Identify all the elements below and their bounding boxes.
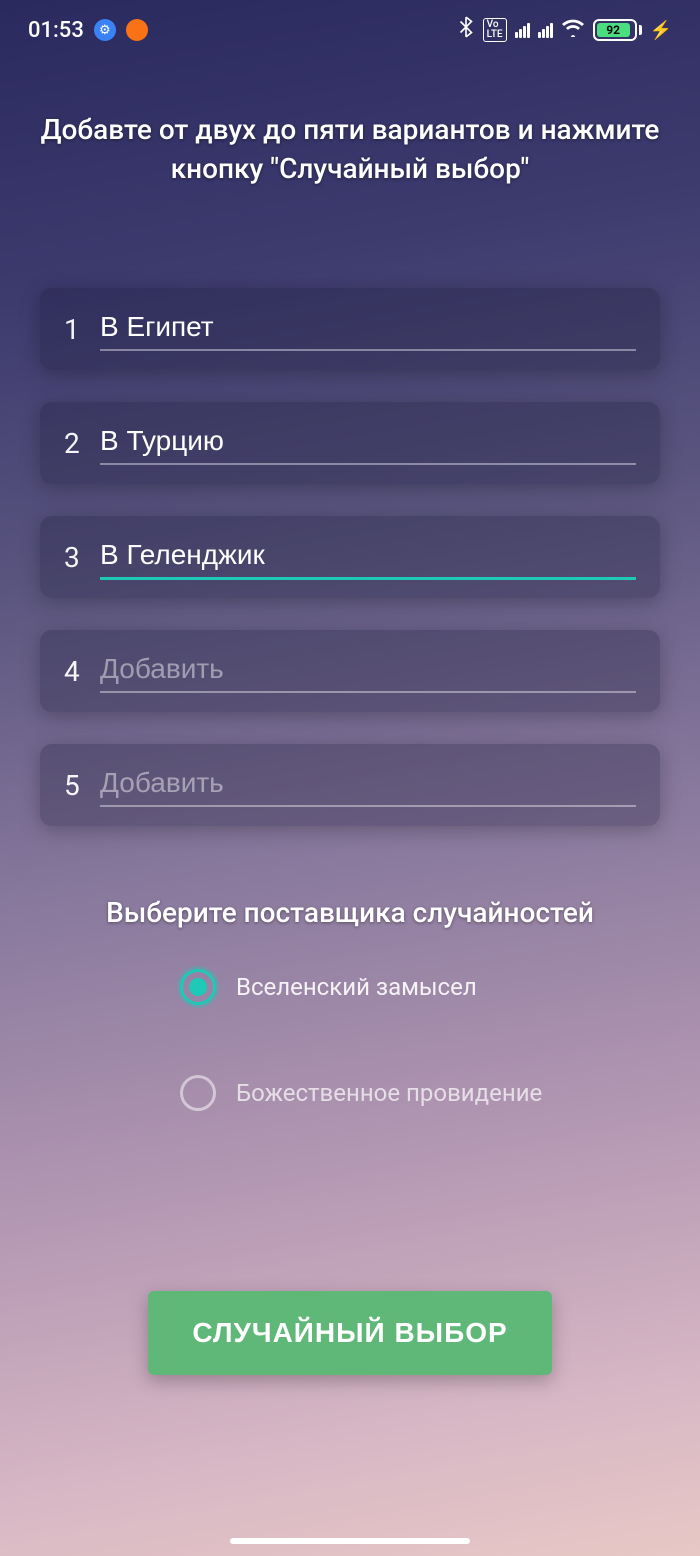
radio-icon [180,1075,216,1111]
option-input-wrap [100,307,636,351]
option-input-2[interactable] [100,421,636,465]
option-input-wrap [100,763,636,807]
options-list: 1 2 3 4 5 [40,288,660,826]
provider-radio-group: Вселенский замысел Божественное провиден… [40,969,660,1111]
status-left: 01:53 ⚙ [28,18,148,43]
option-input-3[interactable] [100,535,636,580]
option-input-1[interactable] [100,307,636,351]
status-bar: 01:53 ⚙ VoLTE 92 ⚡ [0,0,700,60]
provider-option-2[interactable]: Божественное провидение [180,1075,660,1111]
radio-icon [180,969,216,1005]
battery-percent: 92 [597,23,630,37]
option-number: 5 [64,769,100,802]
bluetooth-icon [457,16,475,44]
option-row-5: 5 [40,744,660,826]
charging-icon: ⚡ [650,20,672,41]
main-content: Добавте от двух до пяти вариантов и нажм… [0,60,700,1556]
provider-label: Божественное провидение [236,1079,542,1107]
option-number: 3 [64,541,100,574]
signal-icon-2 [538,23,553,38]
battery-icon: 92 [593,19,642,41]
option-input-5[interactable] [100,763,636,807]
home-indicator[interactable] [230,1538,470,1544]
option-input-wrap [100,535,636,580]
wifi-icon [561,17,585,43]
provider-label: Вселенский замысел [236,973,477,1001]
provider-option-1[interactable]: Вселенский замысел [180,969,660,1005]
option-row-4: 4 [40,630,660,712]
app-status-icon [126,19,148,41]
volte-icon: VoLTE [483,18,507,42]
option-row-2: 2 [40,402,660,484]
status-time: 01:53 [28,18,84,43]
option-number: 1 [64,313,100,346]
instruction-text: Добавте от двух до пяти вариантов и нажм… [40,110,660,188]
provider-title: Выберите поставщика случайностей [40,896,660,929]
settings-status-icon: ⚙ [94,19,116,41]
option-input-4[interactable] [100,649,636,693]
option-number: 2 [64,427,100,460]
status-right: VoLTE 92 ⚡ [457,16,672,44]
option-row-1: 1 [40,288,660,370]
option-number: 4 [64,655,100,688]
option-input-wrap [100,421,636,465]
random-choice-button[interactable]: СЛУЧАЙНЫЙ ВЫБОР [148,1291,551,1375]
option-input-wrap [100,649,636,693]
option-row-3: 3 [40,516,660,598]
signal-icon-1 [515,23,530,38]
